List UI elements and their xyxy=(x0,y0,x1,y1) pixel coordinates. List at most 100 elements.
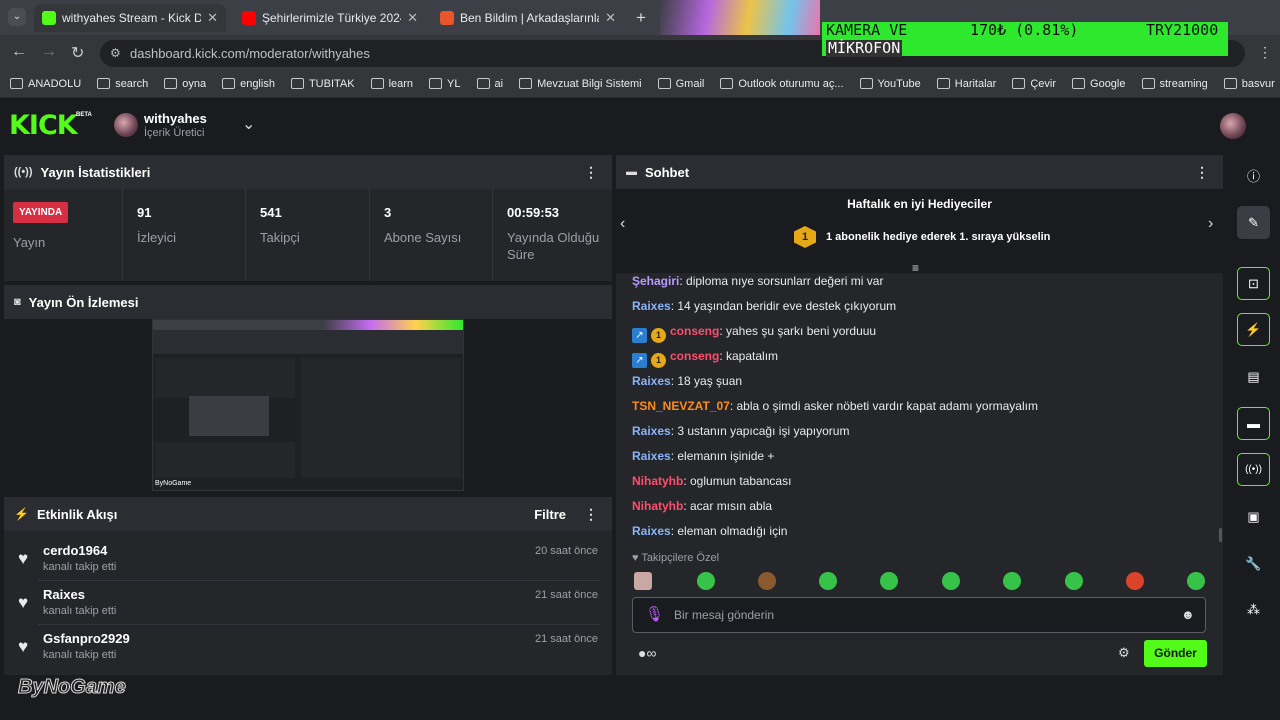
chat-username[interactable]: conseng xyxy=(670,349,719,363)
preview-icon: ◙ xyxy=(14,296,21,308)
kick-logo[interactable]: KICK xyxy=(9,110,78,141)
activity-username[interactable]: Raixes xyxy=(43,587,85,602)
bookmark-item[interactable]: english xyxy=(222,78,275,90)
menu-icon[interactable]: ⋮ xyxy=(1258,44,1272,61)
emoji-icon[interactable]: ☻ xyxy=(1181,607,1195,622)
folder-icon xyxy=(476,78,490,89)
bookmark-label: Çevir xyxy=(1030,77,1057,90)
emote-icon[interactable] xyxy=(1065,572,1083,590)
chat-username[interactable]: Nihatyhb xyxy=(632,499,683,513)
chat-username[interactable]: Raixes xyxy=(632,374,671,388)
emote-icon[interactable] xyxy=(819,572,837,590)
edit-icon[interactable]: ✎ xyxy=(1237,206,1270,239)
chat-scrollbar[interactable] xyxy=(1219,528,1222,542)
activity-username[interactable]: cerdo1964 xyxy=(43,543,107,558)
preview-video[interactable]: ByNoGame xyxy=(152,319,464,491)
bookmarks-bar: ANADOLU search oyna english TUBITAK learn YL ai… xyxy=(0,70,1280,98)
tab-benbildim[interactable]: Ben Bildim | Arkadaşlarınla Onli ✕ xyxy=(432,4,624,32)
emote-icon[interactable] xyxy=(634,572,652,590)
user-avatar[interactable] xyxy=(1220,113,1246,139)
live-badge: YAYINDA xyxy=(13,202,69,223)
emote-icon[interactable] xyxy=(1003,572,1021,590)
broadcast-icon[interactable]: ((•)) xyxy=(1237,453,1270,486)
emote-icon[interactable] xyxy=(758,572,776,590)
moderator-badge-icon: ↗ xyxy=(632,353,647,368)
overlay-decoration xyxy=(660,0,820,35)
bookmark-item[interactable]: learn xyxy=(370,78,413,90)
wrench-icon[interactable]: 🔧 xyxy=(1237,547,1270,580)
lightning-icon[interactable]: ⚡ xyxy=(1237,313,1270,346)
chat-username[interactable]: Raixes xyxy=(632,299,671,313)
stat-value: 00:59:53 xyxy=(507,205,560,220)
emote-icon[interactable] xyxy=(1126,572,1144,590)
emote-icon[interactable] xyxy=(942,572,960,590)
stat-label: Takipçi xyxy=(260,230,300,245)
forward-icon[interactable]: → xyxy=(41,43,57,61)
chat-input-placeholder: Bir mesaj gönderin xyxy=(674,608,775,622)
new-tab-icon[interactable]: + xyxy=(631,8,651,28)
chat-username[interactable]: conseng xyxy=(670,324,719,338)
collapse-icon[interactable]: ≡ xyxy=(912,261,919,275)
activity-username[interactable]: Gsfanpro2929 xyxy=(43,631,130,646)
send-button[interactable]: Gönder xyxy=(1144,640,1207,667)
bookmark-item[interactable]: YL xyxy=(429,78,461,90)
back-icon[interactable]: ← xyxy=(11,43,27,61)
bookmark-item[interactable]: Haritalar xyxy=(936,78,996,90)
video-icon[interactable]: ▣ xyxy=(1237,500,1270,533)
settings-icon[interactable]: ⚙ xyxy=(1118,645,1130,661)
close-icon[interactable]: ✕ xyxy=(207,10,218,26)
site-info-icon[interactable]: ⚙ xyxy=(110,46,121,60)
bookmark-item[interactable]: basvur xyxy=(1223,77,1275,90)
points-icon[interactable]: ●∞ xyxy=(638,645,656,661)
folder-icon xyxy=(164,78,178,89)
stream-preview-panel: ◙ Yayın Ön İzlemesi ByNoGame xyxy=(4,285,612,495)
chat-username[interactable]: TSN_NEVZAT_07 xyxy=(632,399,730,413)
chat-icon[interactable]: ▬ xyxy=(1237,407,1270,440)
reload-icon[interactable]: ↻ xyxy=(71,43,84,63)
info-icon[interactable]: ⓘ xyxy=(1237,159,1270,192)
chevron-down-icon[interactable]: ⌄ xyxy=(242,114,255,134)
chevron-left-icon[interactable]: ‹ xyxy=(620,215,625,233)
profile-avatar[interactable] xyxy=(1226,44,1242,60)
chat-username[interactable]: Raixes xyxy=(632,524,671,538)
more-options-icon[interactable]: ⋮ xyxy=(1195,164,1209,181)
tab-kick-dashboard[interactable]: withyahes Stream - Kick Dashbo ✕ xyxy=(34,4,226,32)
bookmark-item[interactable]: ai xyxy=(476,77,504,90)
tab-search-icon[interactable]: ⌄ xyxy=(8,8,26,26)
more-options-icon[interactable]: ⋮ xyxy=(584,164,598,181)
chat-username[interactable]: Raixes xyxy=(632,424,671,438)
chevron-right-icon[interactable]: › xyxy=(1208,215,1213,233)
emote-icon[interactable] xyxy=(1187,572,1205,590)
bookmark-item[interactable]: Gmail xyxy=(657,78,704,90)
microphone-icon[interactable]: 🎙 xyxy=(645,605,664,623)
bookmark-item[interactable]: Google xyxy=(1072,78,1126,90)
bookmark-item[interactable]: Çevir xyxy=(1012,78,1056,90)
bookmark-label: ai xyxy=(494,77,504,90)
chat-username[interactable]: Şehagiri xyxy=(632,274,679,288)
chat-input[interactable]: 🎙 Bir mesaj gönderin ☻ xyxy=(632,597,1206,633)
tab-youtube[interactable]: Şehirlerimizle Türkiye 2024 - Ço ✕ xyxy=(234,4,426,32)
chat-username[interactable]: Raixes xyxy=(632,449,671,463)
bookmark-item[interactable]: TUBITAK xyxy=(290,78,355,90)
capture-icon[interactable]: ⊡ xyxy=(1237,267,1270,300)
more-options-icon[interactable]: ⋮ xyxy=(584,506,598,523)
notes-icon[interactable]: ▤ xyxy=(1237,360,1270,393)
bookmark-item[interactable]: YouTube xyxy=(859,78,921,90)
emote-icon[interactable] xyxy=(880,572,898,590)
community-icon[interactable]: ⁂ xyxy=(1237,593,1270,626)
bookmark-item[interactable]: streaming xyxy=(1141,78,1208,90)
bookmark-item[interactable]: Outlook oturumu aç... xyxy=(720,78,844,90)
bookmark-item[interactable]: Mevzuat Bilgi Sistemi xyxy=(519,78,642,90)
bookmark-item[interactable]: oyna xyxy=(164,78,206,90)
lightning-icon: ⚡ xyxy=(14,507,29,521)
bookmark-label: basvur xyxy=(1241,77,1275,90)
close-icon[interactable]: ✕ xyxy=(605,10,616,26)
emote-icon[interactable] xyxy=(697,572,715,590)
activity-description: kanalı takip etti xyxy=(43,561,117,573)
close-icon[interactable]: ✕ xyxy=(407,10,418,26)
bookmark-item[interactable]: search xyxy=(97,78,148,90)
filter-button[interactable]: Filtre xyxy=(534,507,566,522)
channel-name[interactable]: withyahes xyxy=(144,111,207,126)
chat-username[interactable]: Nihatyhb xyxy=(632,474,683,488)
bookmark-item[interactable]: ANADOLU xyxy=(10,78,81,90)
